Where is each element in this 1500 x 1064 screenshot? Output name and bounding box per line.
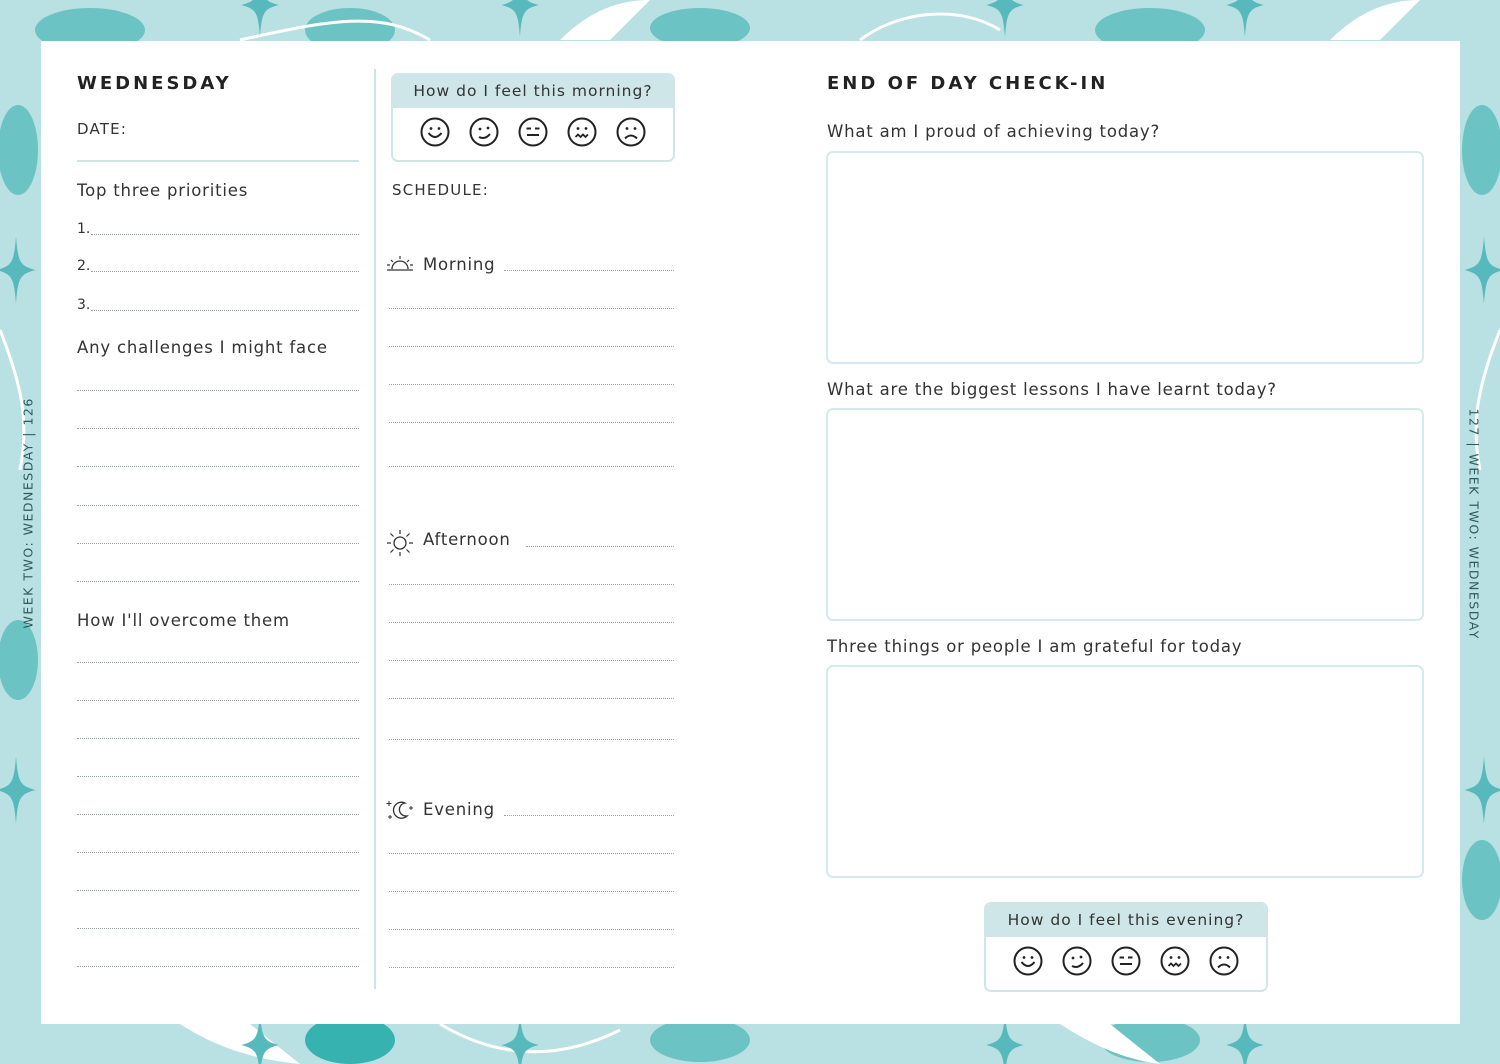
happy-face-icon[interactable]: [1061, 945, 1093, 977]
schedule-line[interactable]: [504, 815, 674, 816]
date-label: DATE:: [77, 120, 128, 138]
sunrise-icon: [387, 256, 413, 271]
challenges-line[interactable]: [77, 543, 359, 544]
morning-mood-box: How do I feel this morning?: [391, 73, 675, 162]
overcome-line[interactable]: [77, 738, 359, 739]
priority-line[interactable]: [91, 310, 359, 311]
priority-number: 1.: [77, 221, 91, 237]
schedule-line[interactable]: [389, 853, 674, 854]
schedule-line[interactable]: [389, 346, 674, 347]
schedule-line[interactable]: [389, 466, 674, 467]
very-happy-face-icon[interactable]: [1012, 945, 1044, 977]
sun-icon: [387, 530, 413, 556]
overcome-line[interactable]: [77, 814, 359, 815]
date-underline: [77, 160, 359, 162]
priorities-label: Top three priorities: [77, 181, 249, 200]
schedule-afternoon-label: Afternoon: [423, 530, 511, 549]
morning-mood-question: How do I feel this morning?: [393, 75, 673, 108]
overcome-line[interactable]: [77, 700, 359, 701]
worried-face-icon[interactable]: [566, 116, 598, 148]
schedule-line[interactable]: [389, 929, 674, 930]
neutral-face-icon[interactable]: [517, 116, 549, 148]
schedule-label: SCHEDULE:: [392, 181, 489, 199]
schedule-line[interactable]: [389, 308, 674, 309]
overcome-line[interactable]: [77, 890, 359, 891]
schedule-morning-label: Morning: [423, 255, 496, 274]
challenges-line[interactable]: [77, 390, 359, 391]
planner-spread: WEDNESDAY DATE: Top three priorities 1. …: [41, 41, 1460, 1024]
evening-mood-question: How do I feel this evening?: [986, 904, 1266, 937]
challenges-label: Any challenges I might face: [77, 338, 328, 357]
overcome-label: How I'll overcome them: [77, 611, 290, 630]
page-number-left: WEEK TWO: WEDNESDAY | 126: [20, 397, 36, 629]
overcome-line[interactable]: [77, 966, 359, 967]
column-divider: [374, 69, 376, 989]
schedule-line[interactable]: [389, 584, 674, 585]
lessons-answer-box[interactable]: [826, 408, 1424, 621]
schedule-line[interactable]: [389, 891, 674, 892]
question-proud: What am I proud of achieving today?: [827, 122, 1161, 141]
question-lessons: What are the biggest lessons I have lear…: [827, 380, 1277, 399]
day-title: WEDNESDAY: [77, 73, 232, 94]
challenges-line[interactable]: [77, 505, 359, 506]
sad-face-icon[interactable]: [1208, 945, 1240, 977]
worried-face-icon[interactable]: [1159, 945, 1191, 977]
checkin-title: END OF DAY CHECK-IN: [827, 73, 1109, 94]
very-happy-face-icon[interactable]: [419, 116, 451, 148]
page-number-right: 127 | WEEK TWO: WEDNESDAY: [1466, 408, 1482, 640]
schedule-evening-label: Evening: [423, 800, 495, 819]
schedule-line[interactable]: [504, 270, 674, 271]
evening-mood-faces: [986, 937, 1266, 977]
priority-line[interactable]: [91, 271, 359, 272]
grateful-answer-box[interactable]: [826, 665, 1424, 878]
neutral-face-icon[interactable]: [1110, 945, 1142, 977]
schedule-line[interactable]: [389, 422, 674, 423]
morning-mood-faces: [393, 108, 673, 148]
sad-face-icon[interactable]: [615, 116, 647, 148]
schedule-line[interactable]: [389, 660, 674, 661]
priority-number: 2.: [77, 258, 91, 274]
challenges-line[interactable]: [77, 581, 359, 582]
question-grateful: Three things or people I am grateful for…: [827, 637, 1243, 656]
schedule-line[interactable]: [389, 739, 674, 740]
challenges-line[interactable]: [77, 466, 359, 467]
moon-icon: [386, 801, 413, 819]
overcome-line[interactable]: [77, 852, 359, 853]
priority-number: 3.: [77, 297, 91, 313]
proud-answer-box[interactable]: [826, 151, 1424, 364]
schedule-line[interactable]: [389, 698, 674, 699]
evening-mood-box: How do I feel this evening?: [984, 902, 1268, 992]
schedule-line[interactable]: [389, 622, 674, 623]
schedule-line[interactable]: [389, 384, 674, 385]
happy-face-icon[interactable]: [468, 116, 500, 148]
overcome-line[interactable]: [77, 776, 359, 777]
overcome-line[interactable]: [77, 928, 359, 929]
challenges-line[interactable]: [77, 428, 359, 429]
schedule-line[interactable]: [526, 546, 674, 547]
overcome-line[interactable]: [77, 662, 359, 663]
priority-line[interactable]: [91, 234, 359, 235]
schedule-line[interactable]: [389, 967, 674, 968]
